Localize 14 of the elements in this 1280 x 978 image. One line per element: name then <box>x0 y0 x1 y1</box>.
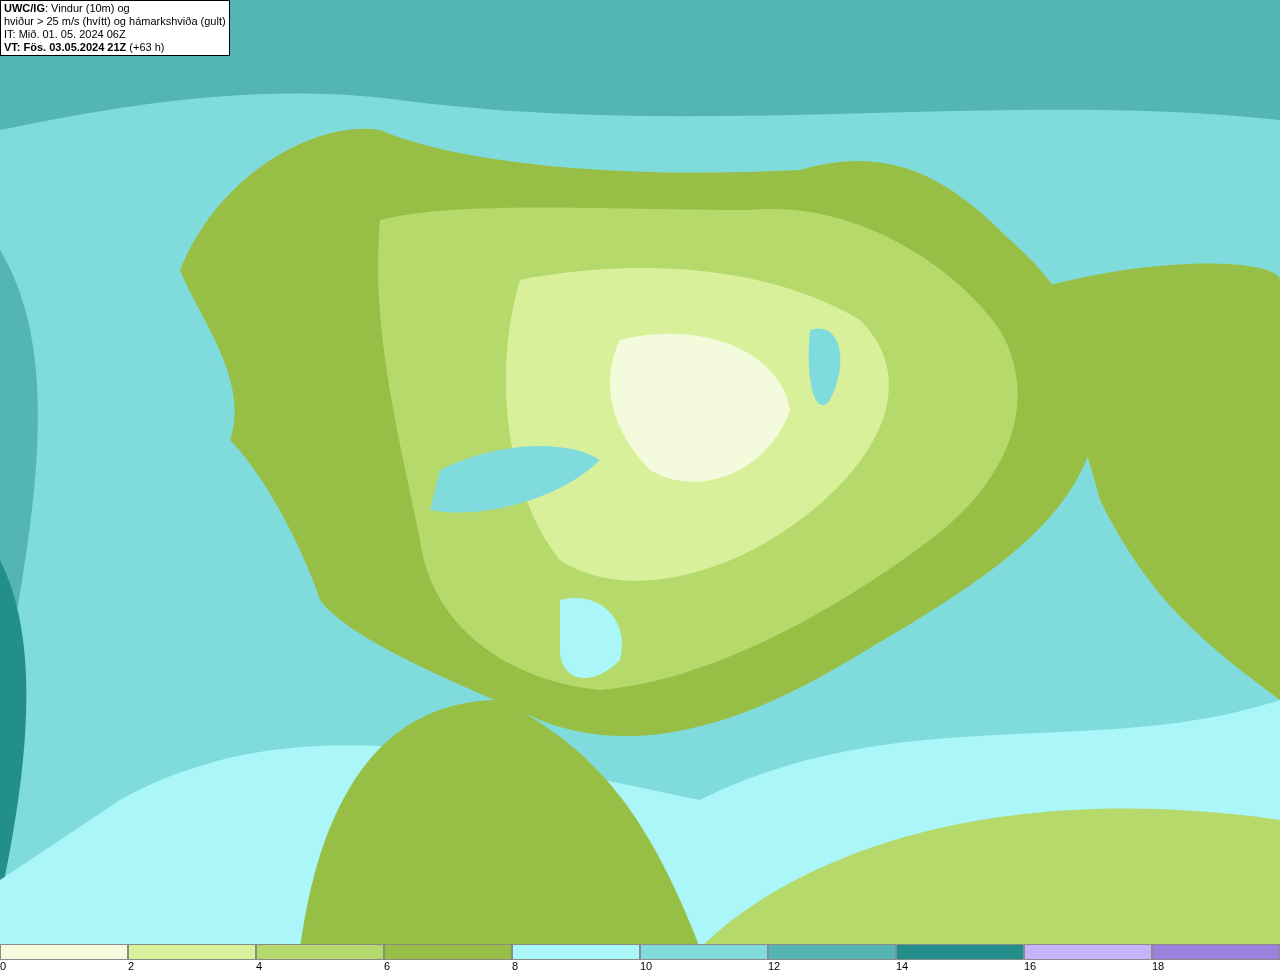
scale-label: 2 <box>128 960 135 973</box>
legend-text: UWC/IG: Vindur (10m) og <box>4 2 131 15</box>
legend-text: hviður > 25 m/s (hvítt) og hámarkshviða (gult) <box>4 15 226 28</box>
scale-label: 8 <box>512 960 519 973</box>
legend-text: VT: Fös. 03.05.2024 21Z (+63 h) <box>4 41 166 54</box>
legend-text: IT: Mið. 01. 05. 2024 06Z <box>4 28 127 41</box>
scale-label: 12 <box>768 960 781 973</box>
scale-label: 6 <box>384 960 391 973</box>
scale-label: 0 <box>0 960 7 973</box>
scale-label: 16 <box>1024 960 1037 973</box>
scale-label: 10 <box>640 960 653 973</box>
scale-label: 14 <box>896 960 909 973</box>
scale-label: 18 <box>1152 960 1165 973</box>
scale-label: 4 <box>256 960 263 973</box>
